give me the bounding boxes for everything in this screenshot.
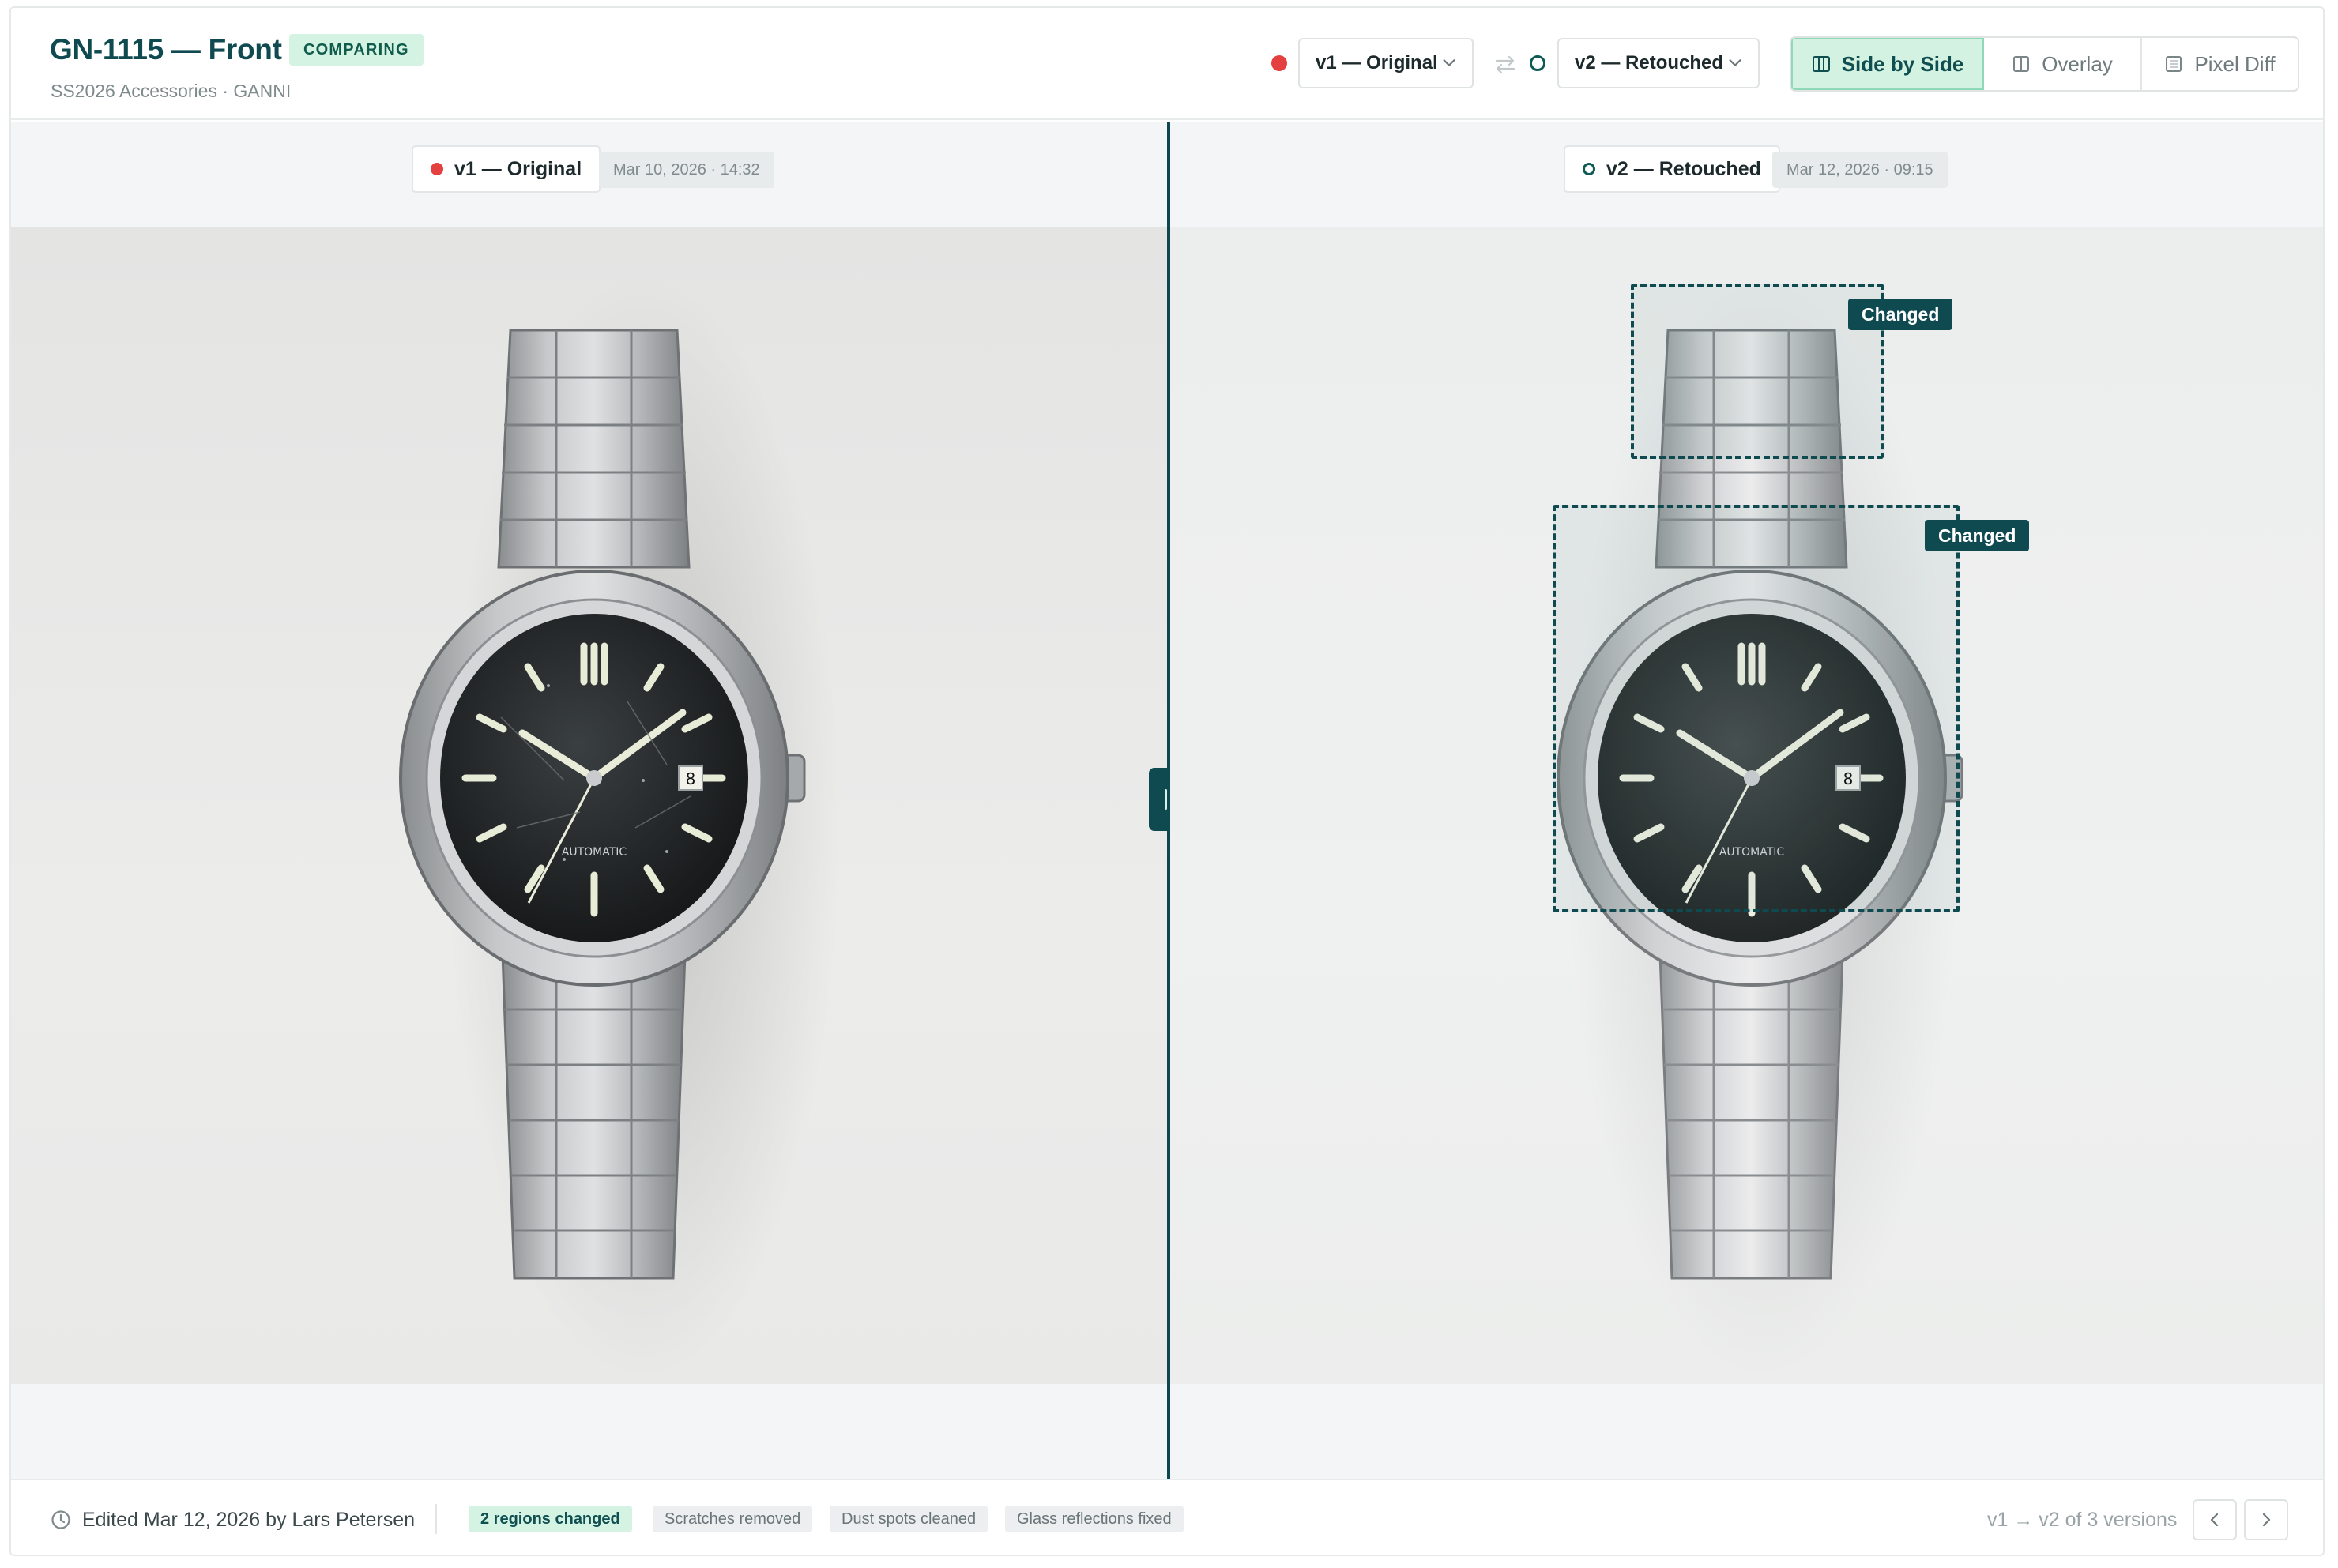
version-a-select[interactable]: v1 — Original bbox=[1298, 38, 1474, 88]
original-dot-icon bbox=[1271, 55, 1287, 71]
pixel-diff-icon bbox=[2166, 56, 2182, 72]
view-mode-switch: Side by Side Overlay Pixel Diff bbox=[1790, 36, 2299, 92]
chevron-down-icon bbox=[1443, 59, 1455, 67]
original-dot-icon bbox=[431, 163, 443, 175]
view-overlay-button[interactable]: Overlay bbox=[1984, 38, 2142, 90]
view-overlay-label: Overlay bbox=[2042, 51, 2113, 76]
dial-text: AUTOMATIC bbox=[562, 846, 627, 859]
retouched-pane: v2 — Retouched Mar 12, 2026 · 09:15 8 AU… bbox=[1170, 122, 2323, 1479]
original-pane: v1 — Original Mar 10, 2026 · 14:32 8 AUT… bbox=[11, 122, 1167, 1479]
changed-region-box[interactable] bbox=[1631, 284, 1884, 459]
retouched-dot-icon bbox=[1530, 55, 1545, 71]
page-title: GN-1115 — Front bbox=[50, 33, 282, 66]
retouched-version-tag: v2 — Retouched bbox=[1564, 145, 1780, 193]
chip-glass-reflections: Glass reflections fixed bbox=[1005, 1506, 1184, 1532]
changed-region-label: Changed bbox=[1848, 299, 1953, 330]
compare-canvas: v1 — Original Mar 10, 2026 · 14:32 8 AUT… bbox=[11, 122, 2323, 1479]
chip-regions-changed: 2 regions changed bbox=[469, 1506, 632, 1532]
view-pixel-diff-label: Pixel Diff bbox=[2194, 51, 2276, 76]
breadcrumb: SS2026 Accessories · GANNI bbox=[51, 81, 292, 101]
view-side-by-side-button[interactable]: Side by Side bbox=[1791, 38, 1984, 90]
changed-region-label: Changed bbox=[1925, 520, 2030, 551]
retouched-version-label: v2 — Retouched bbox=[1606, 157, 1761, 180]
chip-scratches-removed: Scratches removed bbox=[653, 1506, 813, 1532]
next-version-button[interactable] bbox=[2244, 1499, 2288, 1540]
original-image: 8 AUTOMATIC bbox=[11, 227, 1167, 1384]
overlay-icon bbox=[2013, 56, 2030, 72]
divider bbox=[435, 1504, 437, 1534]
chip-dust-spots: Dust spots cleaned bbox=[830, 1506, 988, 1532]
chevron-left-icon bbox=[2210, 1513, 2219, 1527]
columns-icon bbox=[1812, 56, 1830, 72]
compare-window: GN-1115 — Front COMPARING SS2026 Accesso… bbox=[9, 6, 2325, 1556]
edited-info: Edited Mar 12, 2026 by Lars Petersen bbox=[82, 1509, 416, 1531]
clock-icon bbox=[51, 1510, 70, 1529]
watch-illustration-original: 8 AUTOMATIC bbox=[399, 275, 841, 1381]
chevron-right-icon bbox=[2262, 1513, 2271, 1527]
header: GN-1115 — Front COMPARING SS2026 Accesso… bbox=[11, 8, 2323, 120]
version-b-label: v2 — Retouched bbox=[1575, 52, 1724, 73]
original-date: Mar 10, 2026 · 14:32 bbox=[599, 152, 774, 188]
version-b-select[interactable]: v2 — Retouched bbox=[1557, 38, 1760, 88]
version-count: v1 → v2 of 3 versions bbox=[1987, 1509, 2178, 1531]
original-version-label: v1 — Original bbox=[454, 157, 582, 180]
previous-version-button[interactable] bbox=[2193, 1499, 2237, 1540]
swap-icon[interactable] bbox=[1493, 54, 1517, 76]
status-badge: COMPARING bbox=[289, 34, 424, 66]
footer: Edited Mar 12, 2026 by Lars Petersen 2 r… bbox=[11, 1479, 2323, 1555]
date-window: 8 bbox=[686, 769, 696, 788]
chevron-down-icon bbox=[1729, 59, 1741, 67]
retouched-image: 8 AUTOMATIC Changed Changed bbox=[1170, 227, 2323, 1384]
retouched-date: Mar 12, 2026 · 09:15 bbox=[1772, 152, 1948, 188]
changed-region-box[interactable] bbox=[1553, 505, 1960, 912]
retouched-dot-icon bbox=[1583, 163, 1595, 175]
version-a-label: v1 — Original bbox=[1316, 52, 1438, 73]
view-side-by-side-label: Side by Side bbox=[1841, 51, 1964, 76]
view-pixel-diff-button[interactable]: Pixel Diff bbox=[2142, 38, 2298, 90]
original-version-tag: v1 — Original bbox=[412, 145, 601, 193]
